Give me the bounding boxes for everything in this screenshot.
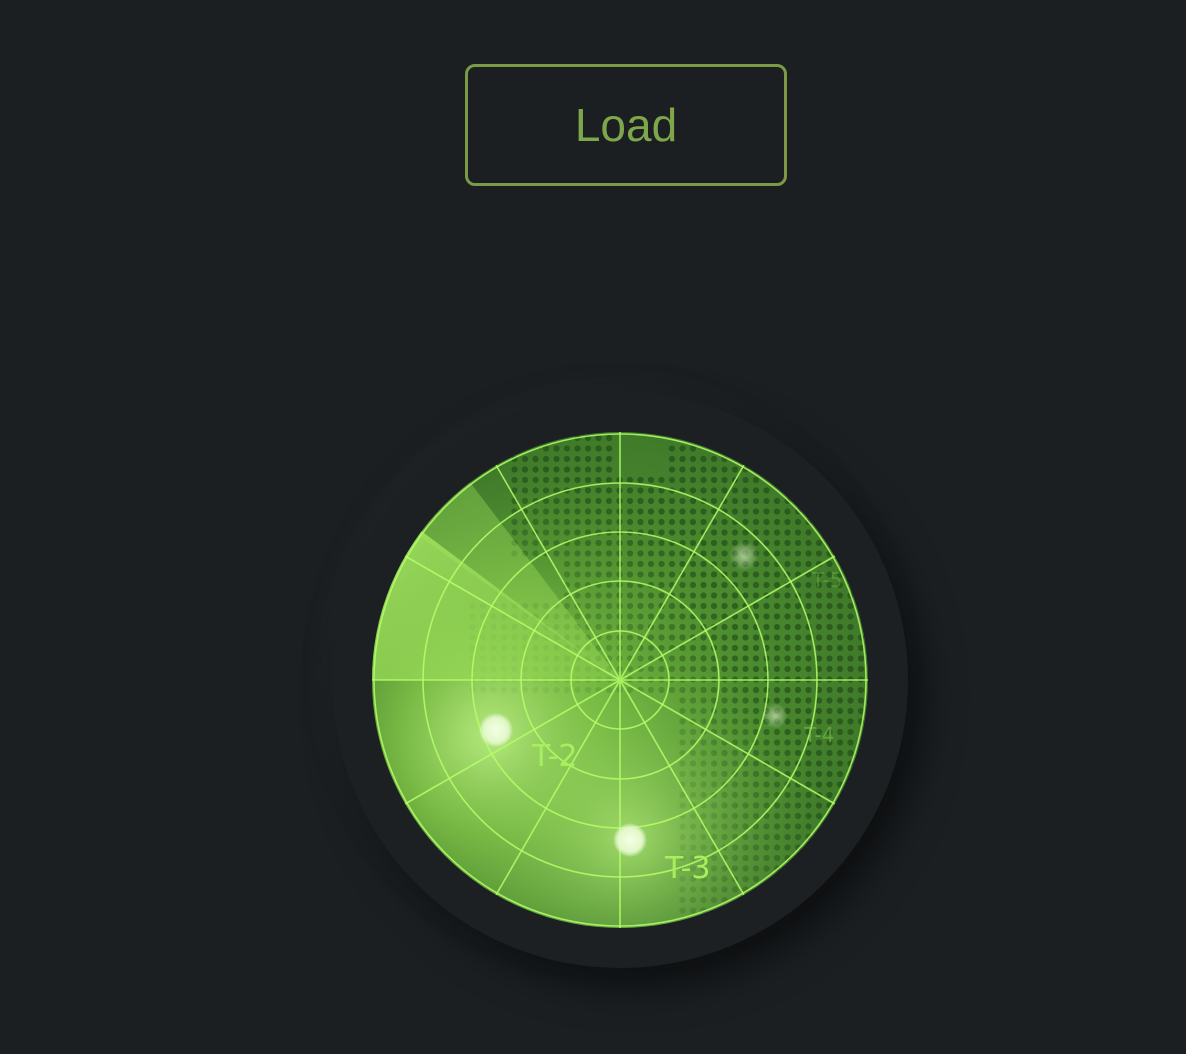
target-label-t2: T-2 — [531, 739, 577, 774]
target-blip-t3[interactable] — [613, 823, 647, 857]
target-label-t4: T-4 — [803, 723, 834, 747]
load-button[interactable]: Load — [465, 64, 787, 186]
target-label-t5: T-5 — [811, 568, 842, 592]
target-blip-t2[interactable] — [479, 713, 513, 747]
radar-svg: T-2 T-3 T-4 T-5 — [372, 432, 868, 928]
radar-face: T-2 T-3 T-4 T-5 — [372, 432, 868, 928]
target-label-t3: T-3 — [664, 851, 710, 886]
target-blip-t4[interactable] — [762, 703, 788, 729]
target-blip-t5[interactable] — [729, 541, 759, 571]
radar-display: T-2 T-3 T-4 T-5 — [372, 432, 868, 928]
